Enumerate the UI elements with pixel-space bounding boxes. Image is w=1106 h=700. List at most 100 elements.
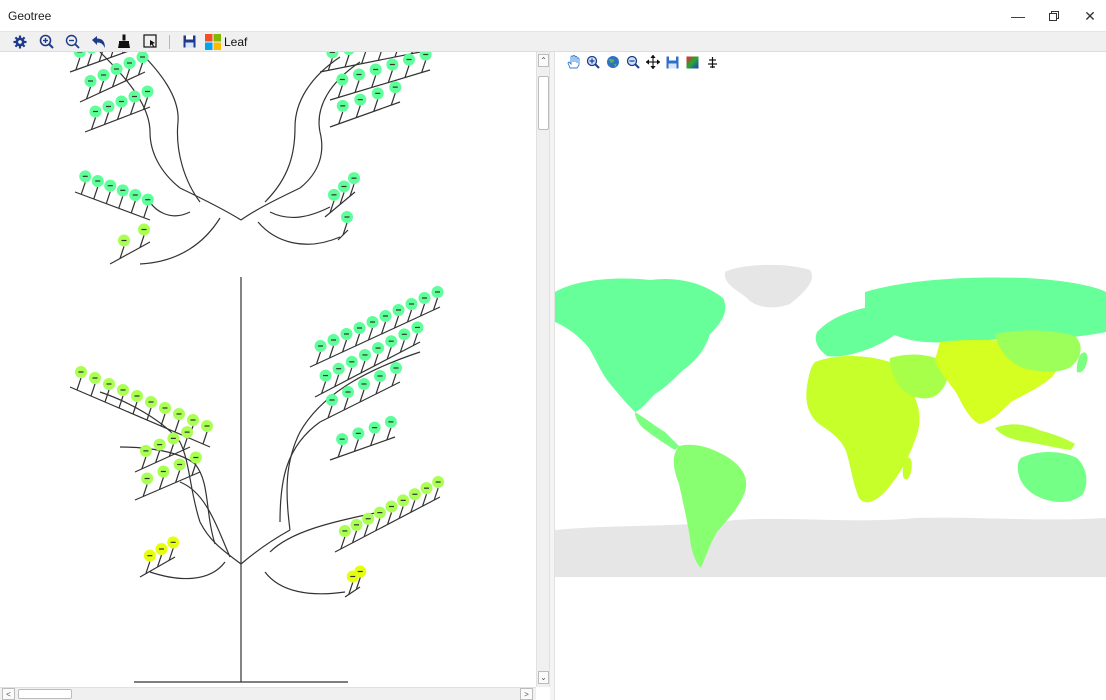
tree-branch xyxy=(264,56,341,203)
tree-leaf-label xyxy=(329,399,335,401)
tree-twig xyxy=(354,80,360,93)
tree-leaf-label xyxy=(336,368,342,370)
tree-leaf-label xyxy=(423,53,429,56)
save-icon xyxy=(666,56,679,68)
brush-icon xyxy=(118,34,130,48)
tree-leaf-label xyxy=(329,52,335,53)
tree-branch xyxy=(199,521,242,565)
tree-leaf-node[interactable] xyxy=(86,52,98,54)
tree-leaf-label xyxy=(77,52,83,53)
horizontal-scroll-thumb[interactable] xyxy=(18,689,72,699)
tree-leaf-label xyxy=(370,321,375,323)
tree-leaf-label xyxy=(355,432,361,434)
tree-leaf-label xyxy=(396,309,401,311)
tree-twig xyxy=(344,586,361,598)
tree-twig xyxy=(371,75,377,88)
leaf-icon xyxy=(205,33,221,50)
tree-branch xyxy=(269,206,331,218)
tree-leaf-label xyxy=(400,499,406,501)
tree-leaf-label xyxy=(159,548,164,550)
tree-leaf-label xyxy=(392,86,398,88)
pan-icon xyxy=(645,55,660,69)
scroll-left-button[interactable]: < xyxy=(2,688,15,700)
zoom-in-button[interactable] xyxy=(36,33,56,51)
tree-leaf-label xyxy=(88,80,93,82)
tree-canvas[interactable] xyxy=(0,52,536,687)
tree-leaf-label xyxy=(144,477,150,480)
tree-leaf-label xyxy=(162,407,168,409)
world-map[interactable] xyxy=(555,262,1106,577)
leaf-button[interactable]: Leaf xyxy=(205,33,247,51)
tree-view[interactable] xyxy=(0,52,536,687)
tree-leaf-label xyxy=(372,427,378,429)
tree-leaf-label xyxy=(190,419,196,421)
tree-leaf-label xyxy=(176,413,182,415)
scroll-down-button[interactable]: ⌄ xyxy=(538,671,549,684)
window-title: Geotree xyxy=(8,9,52,23)
tree-twig xyxy=(421,60,427,73)
tree-leaf-label xyxy=(121,239,127,242)
tree-leaf-label xyxy=(375,347,381,349)
leaf-label: Leaf xyxy=(224,34,248,49)
horizontal-scrollbar[interactable]: < > xyxy=(0,687,536,700)
tree-leaf-label xyxy=(132,95,137,98)
zoom-out-button[interactable] xyxy=(62,33,82,51)
undo-button[interactable] xyxy=(88,33,108,51)
tree-leaf-label xyxy=(406,58,412,61)
tree-leaf-label xyxy=(344,333,349,335)
vertical-scrollbar[interactable]: ⌃ ⌄ xyxy=(536,52,550,687)
tree-leaf-label xyxy=(375,92,381,94)
tree-twig xyxy=(327,58,333,71)
close-button[interactable]: ✕ xyxy=(1068,0,1106,32)
save-button[interactable] xyxy=(179,33,199,51)
tree-leaf-label xyxy=(361,383,367,385)
vertical-scroll-thumb[interactable] xyxy=(538,76,549,130)
tree-leaf-node[interactable] xyxy=(73,52,86,58)
tree-twig xyxy=(130,200,136,214)
map-zoom-out-button[interactable] xyxy=(625,55,640,70)
scroll-up-button[interactable]: ⌃ xyxy=(538,54,549,67)
map-hand-button[interactable] xyxy=(565,55,580,70)
map-save-button[interactable] xyxy=(665,55,680,70)
map-view xyxy=(555,52,1106,700)
map-align-button[interactable] xyxy=(705,55,720,70)
antarctica xyxy=(555,517,1106,577)
tree-leaf-label xyxy=(143,450,149,452)
scroll-right-button[interactable]: > xyxy=(520,688,533,700)
tree-leaf-label xyxy=(349,361,355,363)
tree-leaf-label xyxy=(107,185,113,187)
tree-leaf-label xyxy=(106,383,112,385)
tree-twig xyxy=(104,389,110,403)
tree-leaf-label xyxy=(409,303,414,305)
chevron-left-icon: < xyxy=(6,689,11,699)
tree-leaf-label xyxy=(119,100,124,103)
tree-leaf-label xyxy=(145,90,150,93)
tree-leaf-label xyxy=(157,444,163,446)
tree-leaf-label xyxy=(412,493,418,495)
tree-twig xyxy=(404,65,410,78)
zoom-in-icon xyxy=(39,34,54,49)
select-button[interactable] xyxy=(140,33,160,51)
zoom-in-icon xyxy=(586,55,600,69)
tree-branch xyxy=(257,221,341,245)
settings-button[interactable] xyxy=(10,33,30,51)
tree-leaf-node[interactable] xyxy=(419,52,432,61)
tree-branch xyxy=(179,187,242,221)
tree-leaf-label xyxy=(362,354,368,356)
tree-branch xyxy=(299,61,361,189)
map-zoom-in-button[interactable] xyxy=(585,55,600,70)
tree-leaf-label xyxy=(148,401,154,403)
tree-leaf-label xyxy=(373,68,379,71)
close-icon: ✕ xyxy=(1084,7,1096,24)
tree-leaf-label xyxy=(134,395,140,397)
map-globe-button[interactable] xyxy=(605,55,620,70)
tree-twig xyxy=(118,395,124,409)
tree-leaf-node[interactable] xyxy=(326,52,339,59)
tree-leaf-label xyxy=(331,339,336,341)
tree-leaf-node[interactable] xyxy=(343,52,355,55)
map-pan-button[interactable] xyxy=(645,55,660,70)
brush-button[interactable] xyxy=(114,33,134,51)
tree-leaf-label xyxy=(193,456,199,459)
select-icon xyxy=(142,34,157,48)
map-color-button[interactable] xyxy=(685,55,700,70)
